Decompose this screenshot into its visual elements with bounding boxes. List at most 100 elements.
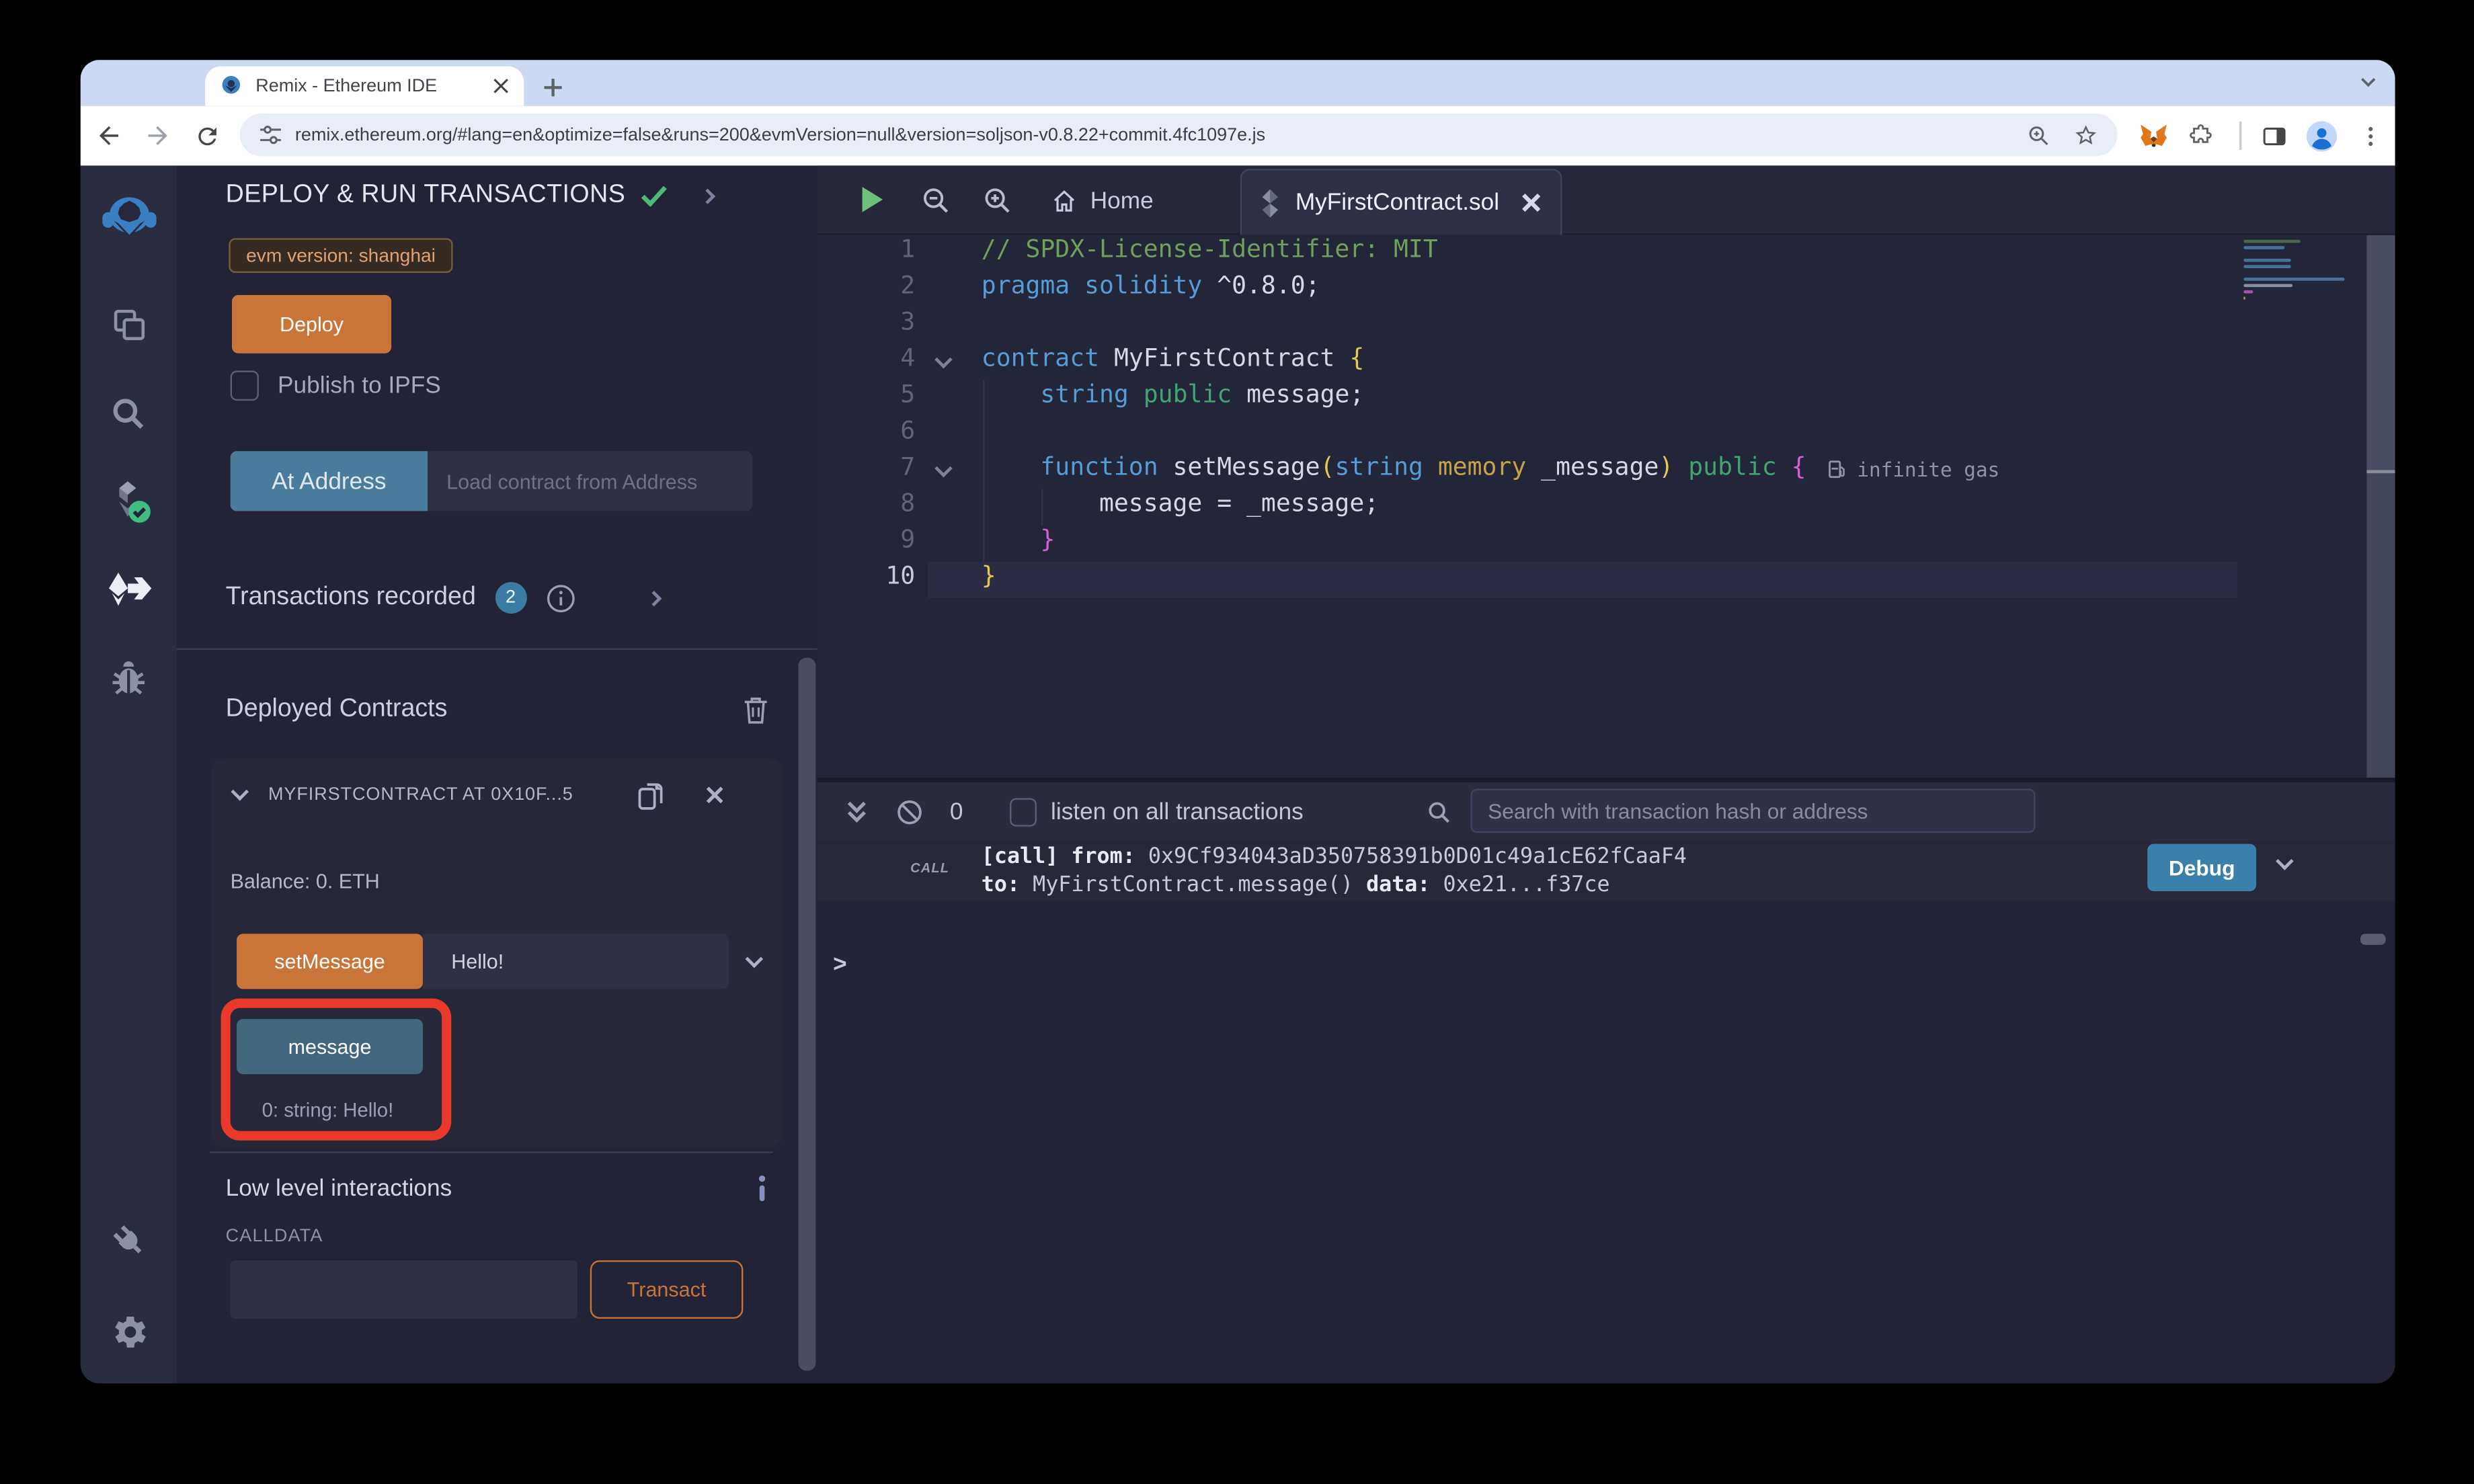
editor-scrollbar-divider: [2366, 470, 2395, 473]
code-editor[interactable]: 12345678910 // SPDX-License-Identifier: …: [817, 235, 2395, 778]
code-line[interactable]: }: [982, 562, 996, 598]
panel-scrollbar[interactable]: [799, 658, 816, 1371]
code-line[interactable]: function setMessage(string memory _messa…: [982, 453, 1806, 489]
terminal-search-input[interactable]: [1470, 788, 2035, 833]
terminal-collapse-icon[interactable]: [846, 799, 868, 825]
instance-balance: Balance: 0. ETH: [231, 869, 380, 893]
reload-icon[interactable]: [190, 118, 225, 153]
screenshot-stage: Remix - Ethereum IDE: [0, 0, 2474, 1484]
tab-search-chevron-icon[interactable]: [2357, 71, 2379, 93]
main-area: Home MyFirstContract.sol: [817, 165, 2395, 1383]
log-expand-chevron-icon[interactable]: [2276, 852, 2294, 870]
site-settings-icon[interactable]: [259, 123, 282, 147]
expand-args-chevron-icon[interactable]: [746, 949, 764, 967]
terminal-body[interactable]: CALL [call] from: 0x9Cf934043aD350758391…: [817, 841, 2395, 1383]
zoom-out-icon[interactable]: [922, 186, 950, 214]
file-explorer-icon[interactable]: [100, 296, 157, 353]
remove-instance-icon[interactable]: [705, 786, 724, 805]
solidity-compiler-icon[interactable]: [100, 473, 157, 530]
fold-chevron-icon[interactable]: [934, 460, 953, 478]
extensions-puzzle-icon[interactable]: [2184, 118, 2219, 153]
publish-ipfs-checkbox[interactable]: [231, 371, 259, 401]
clear-instances-trash-icon[interactable]: [743, 696, 768, 724]
terminal-corner-handle[interactable]: [2360, 934, 2386, 944]
panel-expand-chevron-icon[interactable]: [701, 188, 716, 203]
editor-tab-bar: Home MyFirstContract.sol: [817, 165, 2395, 235]
search-icon[interactable]: [100, 385, 157, 442]
set-message-input[interactable]: [423, 934, 729, 989]
back-icon[interactable]: [91, 118, 126, 153]
code-token: string: [1040, 380, 1128, 409]
code-token: }: [1040, 526, 1055, 554]
editor-scrollbar-track[interactable]: [2366, 472, 2395, 778]
home-tab[interactable]: Home: [1051, 165, 1154, 235]
calldata-label: CALLDATA: [226, 1227, 323, 1246]
transact-button[interactable]: Transact: [590, 1260, 744, 1319]
code-line[interactable]: pragma solidity ^0.8.0;: [982, 272, 1320, 308]
code-line[interactable]: contract MyFirstContract {: [982, 344, 1364, 380]
code-line[interactable]: // SPDX-License-Identifier: MIT: [982, 235, 1438, 272]
browser-tab[interactable]: Remix - Ethereum IDE: [205, 67, 524, 106]
debugger-bug-icon[interactable]: [100, 650, 157, 706]
transactions-expand-chevron-icon[interactable]: [645, 590, 661, 606]
at-address-input[interactable]: [428, 451, 752, 511]
low-level-header: Low level interactions: [226, 1175, 768, 1202]
code-token: [1777, 453, 1792, 481]
profile-avatar[interactable]: [2304, 118, 2339, 153]
line-number[interactable]: 5: [817, 380, 916, 417]
url-bar[interactable]: remix.ethereum.org/#lang=en&optimize=fal…: [240, 114, 2118, 156]
tab-close-icon[interactable]: [492, 77, 510, 95]
code-line[interactable]: }: [982, 526, 1055, 562]
publish-ipfs-row: Publish to IPFS: [231, 371, 441, 401]
file-tab-close-icon[interactable]: [1521, 192, 1542, 213]
run-script-play-icon[interactable]: [860, 185, 885, 215]
remix-logo-icon[interactable]: [100, 191, 157, 247]
page-zoom-icon[interactable]: [2026, 122, 2051, 148]
copy-address-icon[interactable]: [637, 780, 664, 811]
terminal-log-block[interactable]: CALL [call] from: 0x9Cf934043aD350758391…: [817, 841, 2395, 901]
deploy-button[interactable]: Deploy: [232, 295, 391, 354]
contract-instance-header[interactable]: MYFIRSTCONTRACT AT 0X10F...5: [211, 774, 783, 815]
line-number[interactable]: 3: [817, 308, 916, 344]
new-tab-button[interactable]: [535, 69, 570, 104]
line-number[interactable]: 7: [817, 453, 916, 489]
clear-console-icon[interactable]: [896, 798, 923, 825]
set-message-button[interactable]: setMessage: [237, 934, 423, 989]
remix-icon-panel: [81, 165, 177, 1383]
code-line[interactable]: string public message;: [982, 380, 1365, 417]
line-number[interactable]: 6: [817, 417, 916, 453]
bookmark-star-icon[interactable]: [2073, 122, 2099, 148]
metamask-icon[interactable]: [2137, 118, 2171, 153]
log-text: from:: [1071, 844, 1135, 870]
forward-icon[interactable]: [141, 118, 175, 153]
editor-scrollbar-thumb[interactable]: [2366, 235, 2395, 472]
transactions-recorded-row: Transactions recorded 2: [226, 582, 778, 614]
line-number[interactable]: 1: [817, 235, 916, 272]
line-number[interactable]: 9: [817, 526, 916, 562]
at-address-button[interactable]: At Address: [231, 451, 428, 511]
listen-all-checkbox[interactable]: [1010, 797, 1037, 825]
minimap[interactable]: [2237, 235, 2366, 708]
deploy-run-panel: DEPLOY & RUN TRANSACTIONS evm version: s…: [177, 165, 817, 1383]
line-number[interactable]: 8: [817, 489, 916, 526]
transactions-info-icon[interactable]: [545, 583, 575, 613]
zoom-in-icon[interactable]: [983, 186, 1011, 214]
settings-gear-icon[interactable]: [100, 1303, 157, 1360]
fold-chevron-icon[interactable]: [934, 351, 953, 369]
terminal-resize-handle[interactable]: [817, 778, 2395, 782]
side-panel-toggle-icon[interactable]: [2256, 118, 2291, 153]
instance-collapse-chevron-icon[interactable]: [231, 783, 249, 801]
line-number[interactable]: 4: [817, 344, 916, 380]
low-level-info-icon[interactable]: [756, 1175, 768, 1202]
line-number[interactable]: 2: [817, 272, 916, 308]
plugin-manager-icon[interactable]: [100, 1211, 157, 1268]
browser-menu-icon[interactable]: [2352, 118, 2387, 153]
calldata-input[interactable]: [231, 1260, 577, 1319]
file-tab-myfirstcontract[interactable]: MyFirstContract.sol: [1240, 169, 1562, 235]
debug-button[interactable]: Debug: [2147, 844, 2256, 891]
line-number[interactable]: 10: [817, 562, 916, 598]
log-text: to:: [982, 872, 1020, 898]
deploy-run-icon[interactable]: [100, 562, 157, 618]
code-line[interactable]: message = _message;: [982, 489, 1379, 526]
deployed-contracts-title: Deployed Contracts: [226, 696, 448, 724]
